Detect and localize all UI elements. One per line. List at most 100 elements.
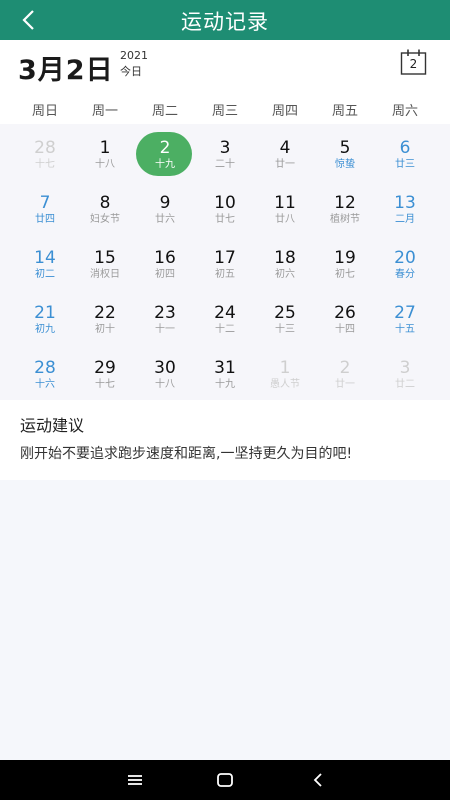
- calendar-day[interactable]: 6 廿三: [375, 124, 435, 179]
- weekday-label: 周五: [331, 104, 358, 119]
- day-number: 24: [214, 303, 236, 323]
- calendar-day[interactable]: 24 十二: [195, 289, 255, 344]
- calendar-day[interactable]: 29 十七: [75, 344, 135, 399]
- calendar-day[interactable]: 13 二月: [375, 179, 435, 234]
- calendar-day[interactable]: 16 初四: [135, 234, 195, 289]
- weekday-header: 周日 周一 周二 周三 周四 周五 周六: [0, 90, 450, 124]
- lunar-label: 十一: [155, 324, 175, 335]
- lunar-label: 初四: [155, 269, 175, 280]
- day-number: 12: [334, 193, 356, 213]
- today-label: 今日: [120, 65, 142, 78]
- day-number: 25: [274, 303, 296, 323]
- day-number: 26: [334, 303, 356, 323]
- calendar-day[interactable]: 26 十四: [315, 289, 375, 344]
- lunar-label: 消权日: [90, 269, 120, 280]
- exercise-advice: 运动建议 刚开始不要追求跑步速度和距离,一坚持更久为目的吧!: [0, 400, 450, 480]
- calendar-today-button[interactable]: 2: [400, 48, 427, 76]
- day-number: 1: [279, 358, 291, 378]
- lunar-label: 春分: [395, 269, 415, 280]
- calendar-day[interactable]: 2 廿一: [315, 344, 375, 399]
- advice-text: 刚开始不要追求跑步速度和距离,一坚持更久为目的吧!: [20, 446, 353, 462]
- calendar-day[interactable]: 10 廿七: [195, 179, 255, 234]
- calendar-day-selected[interactable]: 2 十九: [135, 124, 195, 179]
- calendar-day[interactable]: 20 春分: [375, 234, 435, 289]
- calendar-day[interactable]: 25 十三: [255, 289, 315, 344]
- day-number: 15: [94, 248, 116, 268]
- calendar-day[interactable]: 3 二十: [195, 124, 255, 179]
- calendar-day[interactable]: 1 愚人节: [255, 344, 315, 399]
- selected-date: 3月2日: [18, 55, 114, 86]
- calendar-day[interactable]: 14 初二: [15, 234, 75, 289]
- calendar-day[interactable]: 11 廿八: [255, 179, 315, 234]
- day-number: 16: [154, 248, 176, 268]
- weekday-label: 周四: [271, 104, 298, 119]
- day-number: 13: [394, 193, 416, 213]
- day-number: 10: [214, 193, 236, 213]
- calendar-day[interactable]: 22 初十: [75, 289, 135, 344]
- day-number: 23: [154, 303, 176, 323]
- nav-back-icon[interactable]: [308, 770, 328, 790]
- calendar-day[interactable]: 4 廿一: [255, 124, 315, 179]
- calendar-day[interactable]: 23 十一: [135, 289, 195, 344]
- calendar-day[interactable]: 9 廿六: [135, 179, 195, 234]
- calendar-day[interactable]: 15 消权日: [75, 234, 135, 289]
- calendar-day[interactable]: 1 十八: [75, 124, 135, 179]
- calendar-day[interactable]: 3 廿二: [375, 344, 435, 399]
- day-number: 19: [334, 248, 356, 268]
- calendar-day[interactable]: 12 植树节: [315, 179, 375, 234]
- lunar-label: 廿一: [275, 159, 295, 170]
- lunar-label: 十八: [95, 159, 115, 170]
- date-header: 3月2日 2021 今日 2: [0, 40, 450, 90]
- calendar-day[interactable]: 17 初五: [195, 234, 255, 289]
- day-number: 3: [399, 358, 411, 378]
- weekday-label: 周三: [211, 104, 238, 119]
- weekday-label: 周二: [151, 104, 178, 119]
- calendar-day[interactable]: 31 十九: [195, 344, 255, 399]
- lunar-label: 十五: [395, 324, 415, 335]
- lunar-label: 廿七: [215, 214, 235, 225]
- weekday-label: 周一: [91, 104, 118, 119]
- day-number: 8: [99, 193, 111, 213]
- calendar-day[interactable]: 5 惊蛰: [315, 124, 375, 179]
- day-number: 6: [399, 138, 411, 158]
- day-number: 18: [274, 248, 296, 268]
- day-number: 17: [214, 248, 236, 268]
- lunar-label: 惊蛰: [335, 159, 355, 170]
- lunar-label: 初五: [215, 269, 235, 280]
- lunar-label: 十九: [155, 159, 175, 170]
- calendar-grid: 28 十七 1 十八 2 十九 3 二十 4 廿一 5 惊蛰 6 廿三 7 廿四 8 妇女节 9 廿六 10 廿七 11 廿八…: [0, 124, 450, 400]
- home-icon[interactable]: [215, 770, 235, 790]
- day-number: 5: [339, 138, 351, 158]
- day-number: 31: [214, 358, 236, 378]
- menu-icon[interactable]: [125, 770, 145, 790]
- day-number: 14: [34, 248, 56, 268]
- day-number: 27: [394, 303, 416, 323]
- calendar-day[interactable]: 18 初六: [255, 234, 315, 289]
- day-number: 28: [34, 138, 56, 158]
- day-number: 22: [94, 303, 116, 323]
- lunar-label: 廿六: [155, 214, 175, 225]
- calendar-day[interactable]: 19 初七: [315, 234, 375, 289]
- lunar-label: 十二: [215, 324, 235, 335]
- lunar-label: 十三: [275, 324, 295, 335]
- calendar-day[interactable]: 7 廿四: [15, 179, 75, 234]
- day-number: 28: [34, 358, 56, 378]
- lunar-label: 初二: [35, 269, 55, 280]
- lunar-label: 十六: [35, 379, 55, 390]
- calendar-day[interactable]: 8 妇女节: [75, 179, 135, 234]
- calendar-day[interactable]: 28 十六: [15, 344, 75, 399]
- lunar-label: 十八: [155, 379, 175, 390]
- calendar-day[interactable]: 21 初九: [15, 289, 75, 344]
- advice-heading: 运动建议: [20, 416, 85, 435]
- year-label: 2021: [120, 49, 148, 62]
- weekday-label: 周六: [391, 104, 418, 119]
- calendar-day[interactable]: 30 十八: [135, 344, 195, 399]
- day-number: 4: [279, 138, 291, 158]
- lunar-label: 二月: [395, 214, 415, 225]
- day-number: 20: [394, 248, 416, 268]
- calendar-day[interactable]: 28 十七: [15, 124, 75, 179]
- lunar-label: 初六: [275, 269, 295, 280]
- calendar-day[interactable]: 27 十五: [375, 289, 435, 344]
- day-number: 29: [94, 358, 116, 378]
- lunar-label: 廿三: [395, 159, 415, 170]
